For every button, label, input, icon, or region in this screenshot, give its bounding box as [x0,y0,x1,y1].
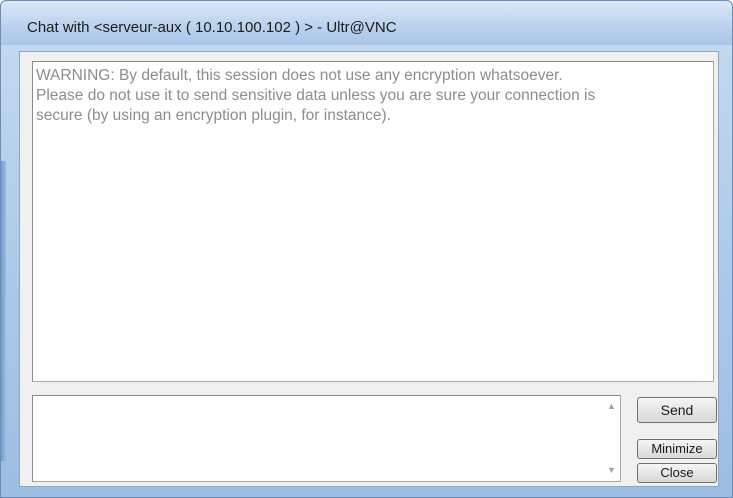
message-input-scrollbar[interactable]: ▲ ▼ [603,396,620,481]
chat-log[interactable]: WARNING: By default, this session does n… [32,61,714,382]
message-input[interactable]: ▲ ▼ [32,395,621,482]
warning-line-3: secure (by using an encryption plugin, f… [36,107,391,124]
scroll-up-icon[interactable]: ▲ [603,398,620,415]
warning-line-1: WARNING: By default, this session does n… [36,67,563,84]
window-title: Chat with <serveur-aux ( 10.10.100.102 )… [27,19,397,36]
scroll-down-icon[interactable]: ▼ [603,462,620,479]
chat-client-area: WARNING: By default, this session does n… [19,51,719,487]
title-bar[interactable]: Chat with <serveur-aux ( 10.10.100.102 )… [1,1,732,45]
window-frame-accent [1,161,6,461]
send-button[interactable]: Send [637,397,717,423]
close-button[interactable]: Close [637,463,717,483]
minimize-button[interactable]: Minimize [637,439,717,459]
chat-window: Chat with <serveur-aux ( 10.10.100.102 )… [0,0,733,498]
warning-line-2: Please do not use it to send sensitive d… [36,87,596,104]
